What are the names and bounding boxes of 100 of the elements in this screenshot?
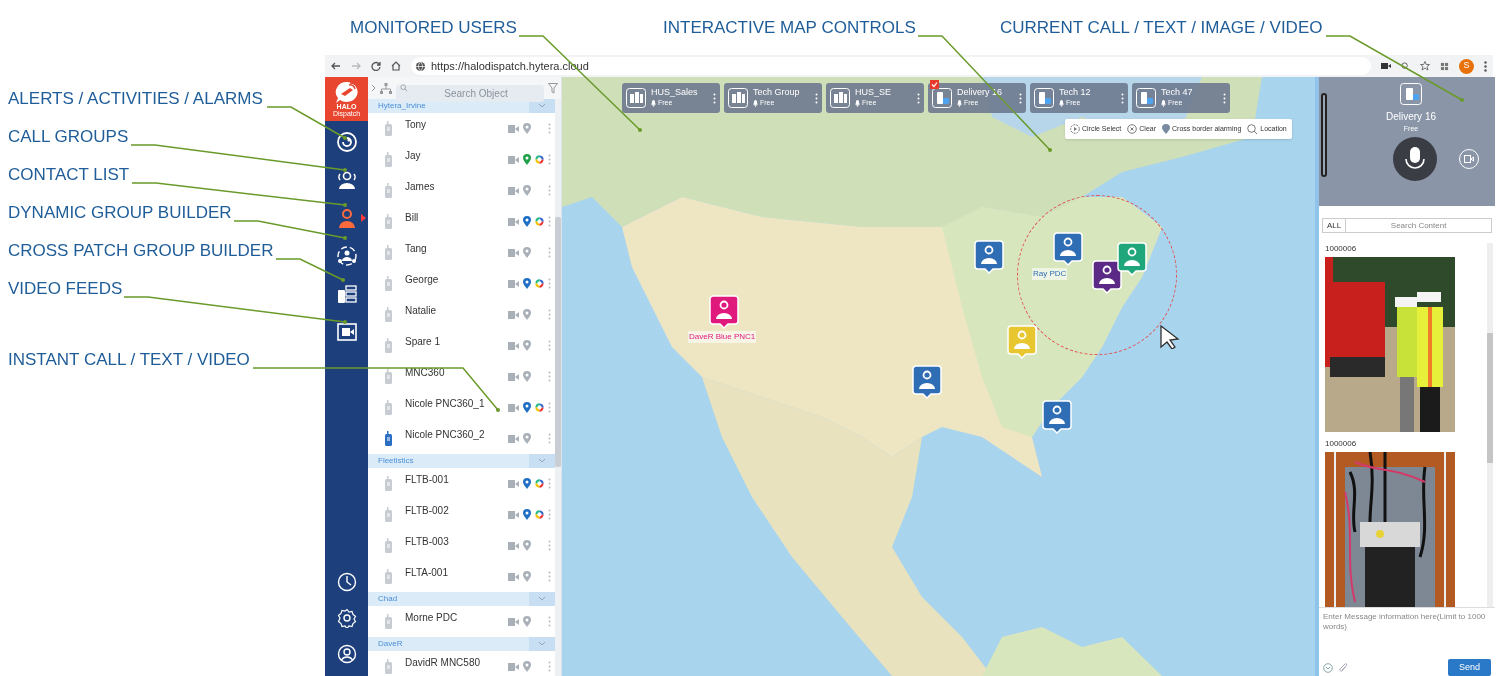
send-button[interactable]: Send — [1447, 659, 1491, 676]
person-marker-icon[interactable] — [1042, 400, 1072, 434]
filter-tab[interactable]: ALL — [1322, 218, 1347, 234]
location-pin-icon[interactable] — [523, 185, 531, 196]
forward-icon[interactable] — [351, 61, 361, 71]
location-pin-icon[interactable] — [523, 278, 531, 289]
color-ring-icon[interactable] — [535, 403, 544, 412]
card-title: HUS_Sales — [651, 87, 699, 99]
location-pin-icon[interactable] — [523, 247, 531, 258]
contact-name[interactable]: Nicole PNC360_2 — [405, 427, 508, 442]
location-pin-icon[interactable] — [523, 340, 531, 351]
contact-name[interactable]: Tony — [405, 117, 508, 132]
settings-icon[interactable] — [336, 608, 357, 628]
color-ring-icon[interactable] — [535, 279, 544, 288]
zoom-icon[interactable] — [1401, 61, 1410, 71]
callout-label: MONITORED USERS — [350, 17, 517, 37]
scrollbar[interactable] — [1321, 93, 1327, 177]
location-pin-icon[interactable] — [523, 540, 531, 551]
video-icon[interactable] — [508, 279, 519, 288]
video-icon[interactable] — [508, 124, 519, 133]
contact-name[interactable]: Natalie — [405, 303, 508, 318]
contact-name[interactable]: Morne PDC — [405, 610, 508, 625]
checkbox[interactable] — [930, 80, 939, 89]
video-icon[interactable] — [508, 310, 519, 319]
location-pin-icon[interactable] — [523, 216, 531, 227]
person-marker-icon[interactable] — [974, 240, 1004, 274]
location-pin-icon[interactable] — [523, 371, 531, 382]
hierarchy-icon[interactable] — [380, 82, 392, 94]
video-icon[interactable] — [508, 572, 519, 581]
contact-name[interactable]: James — [405, 179, 508, 194]
color-ring-icon[interactable] — [535, 510, 544, 519]
emoji-icon[interactable] — [1323, 662, 1333, 673]
more-icon[interactable] — [917, 92, 920, 104]
search-field[interactable]: Search Object — [396, 84, 544, 102]
back-icon[interactable] — [331, 61, 341, 71]
video-icon[interactable] — [508, 341, 519, 350]
location-pin-icon[interactable] — [523, 402, 531, 413]
location-pin-icon[interactable] — [523, 478, 531, 489]
more-icon[interactable] — [1019, 92, 1022, 104]
contact-name[interactable]: Spare 1 — [405, 334, 508, 349]
video-icon[interactable] — [508, 217, 519, 226]
location-pin-icon[interactable] — [523, 616, 531, 627]
push-to-talk-button[interactable] — [1393, 136, 1437, 181]
person-marker-icon[interactable] — [1007, 325, 1037, 359]
video-icon[interactable] — [508, 155, 519, 164]
video-icon[interactable] — [508, 510, 519, 519]
color-ring-icon[interactable] — [535, 217, 544, 226]
contact-name[interactable]: FLTB-002 — [405, 503, 508, 518]
more-icon[interactable] — [1121, 92, 1124, 104]
scrollbar[interactable] — [1487, 243, 1493, 608]
home-icon[interactable] — [391, 61, 401, 71]
more-icon[interactable] — [815, 92, 818, 104]
contact-name[interactable]: Bill — [405, 210, 508, 225]
location-pin-icon[interactable] — [523, 571, 531, 582]
location-pin-icon[interactable] — [523, 123, 531, 134]
video-icon[interactable] — [508, 479, 519, 488]
video-icon[interactable] — [508, 434, 519, 443]
color-ring-icon[interactable] — [535, 155, 544, 164]
color-ring-icon[interactable] — [535, 479, 544, 488]
contact-name[interactable]: Tang — [405, 241, 508, 256]
more-icon[interactable] — [1223, 92, 1226, 104]
person-marker-icon[interactable] — [1053, 232, 1083, 266]
camera-icon[interactable] — [1381, 62, 1391, 70]
filter-icon[interactable] — [548, 82, 558, 94]
callout-label: INTERACTIVE MAP CONTROLS — [663, 17, 916, 37]
contact-name[interactable]: Jay — [405, 148, 508, 163]
person-marker-icon[interactable] — [912, 365, 942, 399]
star-icon[interactable] — [1420, 61, 1430, 71]
contact-name[interactable]: FLTB-001 — [405, 472, 508, 487]
extensions-icon[interactable] — [1440, 61, 1449, 71]
person-marker-icon[interactable] — [709, 295, 739, 329]
clock-icon[interactable] — [336, 572, 357, 592]
more-icon[interactable] — [713, 92, 716, 104]
location-pin-icon[interactable] — [523, 661, 531, 672]
location-pin-icon[interactable] — [523, 433, 531, 444]
location-pin-icon[interactable] — [523, 509, 531, 520]
user-icon[interactable] — [336, 644, 357, 664]
message-input[interactable]: Enter Message information here(Limit to 1000 words) — [1319, 607, 1495, 657]
location-pin-icon[interactable] — [523, 309, 531, 320]
video-icon[interactable] — [508, 617, 519, 626]
video-icon[interactable] — [508, 372, 519, 381]
scrollbar[interactable] — [555, 99, 561, 676]
location-pin-icon[interactable] — [523, 154, 531, 165]
contact-name[interactable]: Nicole PNC360_1 — [405, 396, 508, 411]
video-icon[interactable] — [508, 248, 519, 257]
more-icon[interactable] — [1484, 60, 1487, 72]
video-icon[interactable] — [508, 541, 519, 550]
paperclip-icon[interactable] — [1339, 662, 1348, 673]
video-icon[interactable] — [508, 403, 519, 412]
reload-icon[interactable] — [371, 61, 381, 71]
contact-name[interactable]: FLTB-003 — [405, 534, 508, 549]
content-search-field[interactable]: Search Content — [1346, 218, 1492, 234]
contact-name[interactable]: FLTA-001 — [405, 565, 508, 580]
chevron-icon[interactable] — [371, 84, 376, 92]
contact-name[interactable]: DavidR MNC580 — [405, 655, 508, 670]
contact-name[interactable]: George — [405, 272, 508, 287]
contact-name[interactable]: MNC360 — [405, 365, 508, 380]
person-marker-icon[interactable] — [1117, 242, 1147, 276]
video-icon[interactable] — [508, 186, 519, 195]
video-icon[interactable] — [508, 662, 519, 671]
